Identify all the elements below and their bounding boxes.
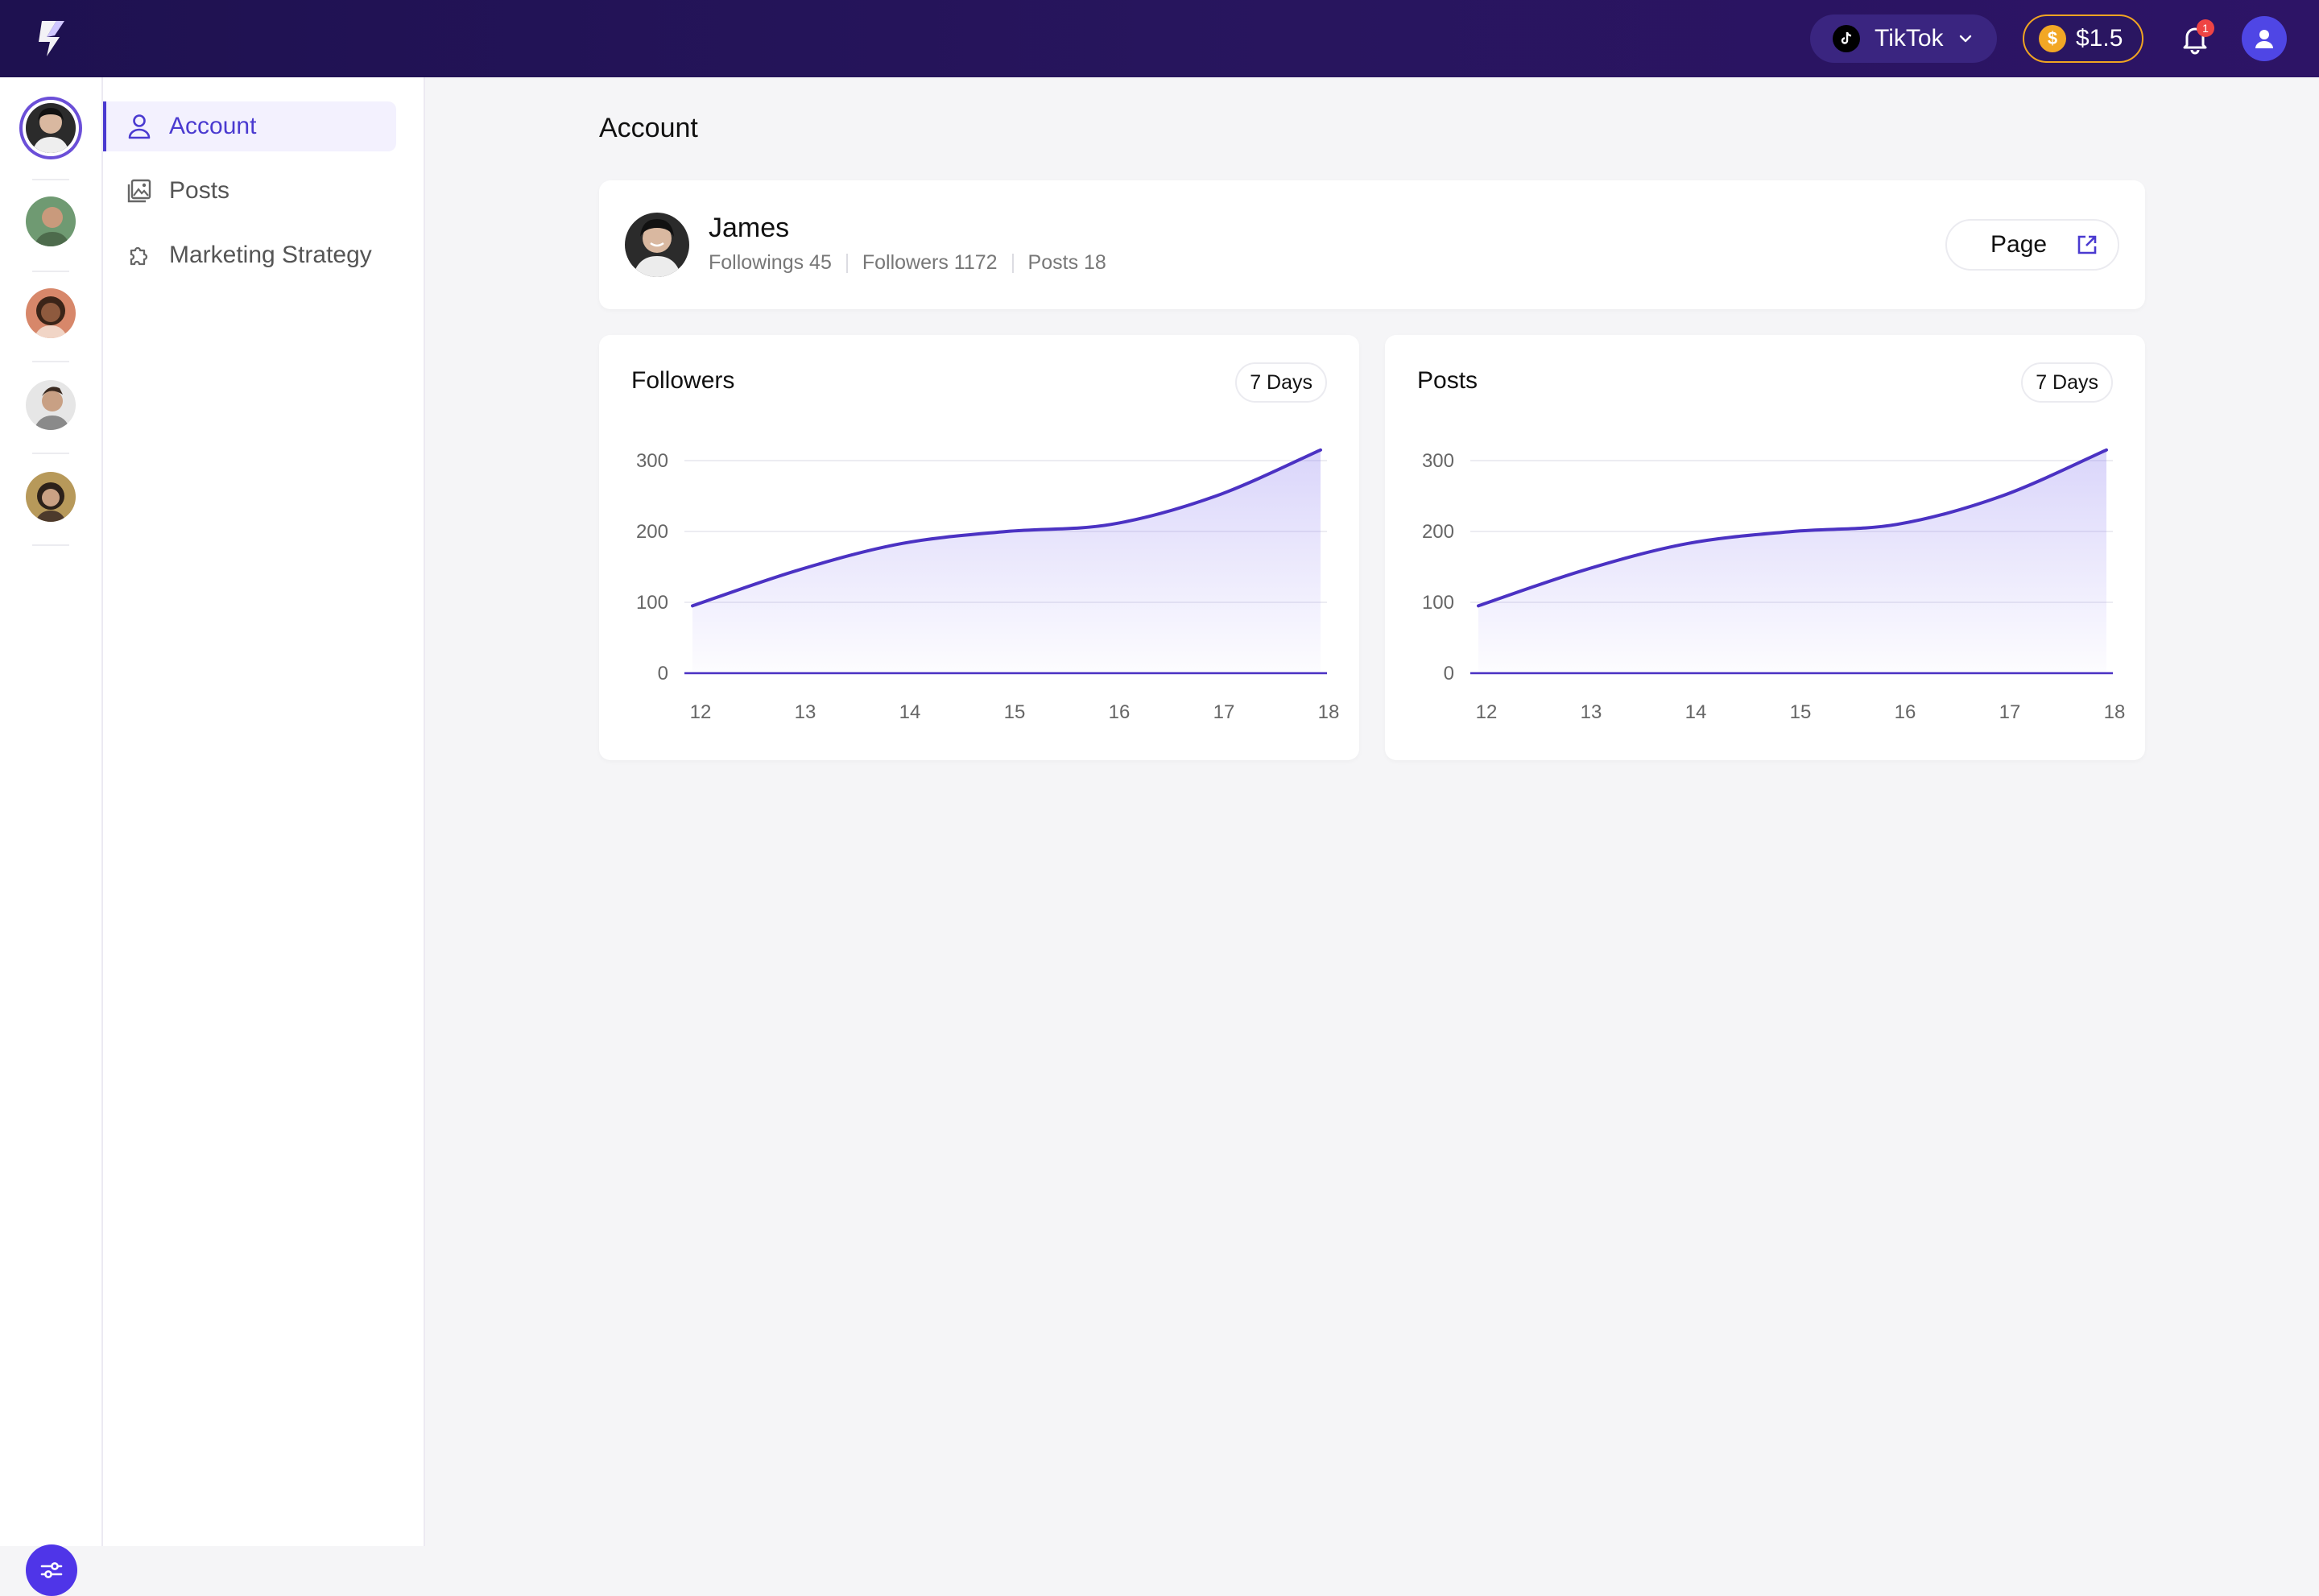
data-point	[1686, 542, 1689, 545]
chevron-down-icon	[1959, 35, 1971, 43]
sidebar-item-label: Account	[169, 113, 257, 139]
x-tick-label: 13	[1581, 701, 1602, 723]
sidebar-item-account[interactable]: Account	[103, 101, 396, 151]
account-avatar-4[interactable]	[26, 380, 76, 430]
user-icon	[126, 113, 153, 140]
data-point	[2105, 449, 2108, 452]
rail-divider	[32, 544, 69, 546]
area-fill	[1478, 449, 2106, 673]
rail-divider	[32, 179, 69, 180]
balance-value: $1.5	[2076, 25, 2123, 52]
puzzle-icon	[126, 242, 153, 269]
data-point	[691, 604, 694, 607]
y-tick-label: 200	[1422, 521, 1454, 543]
sidebar-item-label: Posts	[169, 177, 230, 204]
stat-divider	[1011, 253, 1014, 273]
y-tick-label: 100	[1422, 592, 1454, 614]
rail-divider	[32, 453, 69, 454]
account-avatar-3[interactable]	[26, 288, 76, 338]
posts-area-chart: 0 100 200 300 12 13 14 15 16 17 18	[1422, 448, 2126, 723]
profile-name: James	[709, 213, 790, 243]
y-tick-label: 300	[1422, 450, 1454, 472]
page-button-label: Page	[1990, 231, 2048, 258]
area-fill	[692, 449, 1321, 673]
coin-icon: $	[2039, 25, 2066, 52]
account-avatar-5[interactable]	[26, 472, 76, 522]
x-tick-label: 16	[1109, 701, 1131, 723]
open-page-button[interactable]: Page	[1945, 219, 2119, 271]
sliders-icon	[40, 1562, 63, 1578]
user-icon	[2255, 30, 2273, 48]
x-tick-label: 18	[1318, 701, 1340, 723]
top-bar: TikTok $ $1.5 1	[0, 0, 2319, 77]
y-tick-label: 0	[1444, 663, 1454, 684]
data-point	[1214, 494, 1217, 498]
profile-avatar	[625, 213, 689, 277]
y-tick-label: 0	[658, 663, 668, 684]
account-avatar-active[interactable]	[26, 103, 76, 153]
y-tick-label: 100	[636, 592, 668, 614]
x-tick-label: 15	[1004, 701, 1026, 723]
x-tick-label: 12	[1476, 701, 1498, 723]
y-tick-label: 300	[636, 450, 668, 472]
stat-divider	[845, 253, 848, 273]
platform-label: TikTok	[1875, 25, 1944, 52]
posts-count: Posts 18	[1027, 251, 1106, 274]
data-point	[796, 569, 799, 572]
data-point	[1791, 530, 1794, 533]
x-tick-label: 18	[2104, 701, 2126, 723]
x-tick-label: 14	[899, 701, 921, 723]
side-nav: Account Posts Marketing Strategy	[103, 77, 425, 1546]
followers-count: Followers 1172	[862, 251, 998, 274]
rail-divider	[32, 271, 69, 272]
accounts-rail	[0, 77, 103, 1596]
user-avatar[interactable]	[2242, 16, 2287, 61]
filter-settings-button[interactable]	[26, 1544, 77, 1596]
rail-divider	[32, 361, 69, 362]
x-tick-label: 15	[1790, 701, 1812, 723]
x-tick-label: 14	[1685, 701, 1707, 723]
tiktok-icon	[1833, 25, 1860, 52]
x-tick-label: 16	[1895, 701, 1916, 723]
notification-badge: 1	[2197, 19, 2214, 37]
data-point	[1581, 569, 1585, 572]
sidebar-item-label: Marketing Strategy	[169, 242, 372, 268]
profile-card: James Followings 45 Followers 1172 Posts…	[599, 180, 2145, 309]
data-point	[1319, 449, 1322, 452]
followings-count: Followings 45	[709, 251, 832, 274]
data-point	[1110, 523, 1113, 526]
x-tick-label: 17	[1999, 701, 2021, 723]
x-tick-label: 17	[1213, 701, 1235, 723]
app-logo-icon[interactable]	[32, 18, 74, 60]
followers-area-chart: 0 100 200 300 12 13 14 15 16 17 18	[636, 448, 1340, 723]
page-title: Account	[599, 113, 698, 143]
image-gallery-icon	[126, 177, 153, 205]
profile-stats: Followings 45 Followers 1172 Posts 18	[709, 251, 1106, 275]
followers-chart-card: Followers 7 Days 0 100 200 300 12 13 14 15 16 17 1…	[599, 335, 1359, 760]
sidebar-item-marketing-strategy[interactable]: Marketing Strategy	[103, 230, 393, 280]
data-point	[900, 542, 903, 545]
platform-selector[interactable]: TikTok	[1810, 14, 1997, 63]
sidebar-item-posts[interactable]: Posts	[103, 166, 393, 216]
x-tick-label: 13	[795, 701, 816, 723]
data-point	[1477, 604, 1480, 607]
x-tick-label: 12	[690, 701, 712, 723]
balance-pill[interactable]: $ $1.5	[2023, 14, 2143, 63]
posts-chart-card: Posts 7 Days 0 100 200 300 12 13 14 15 16 17 18	[1385, 335, 2145, 760]
data-point	[1895, 523, 1899, 526]
data-point	[1005, 530, 1008, 533]
account-avatar-2[interactable]	[26, 196, 76, 246]
external-link-icon	[2077, 235, 2097, 254]
data-point	[2000, 494, 2003, 498]
y-tick-label: 200	[636, 521, 668, 543]
